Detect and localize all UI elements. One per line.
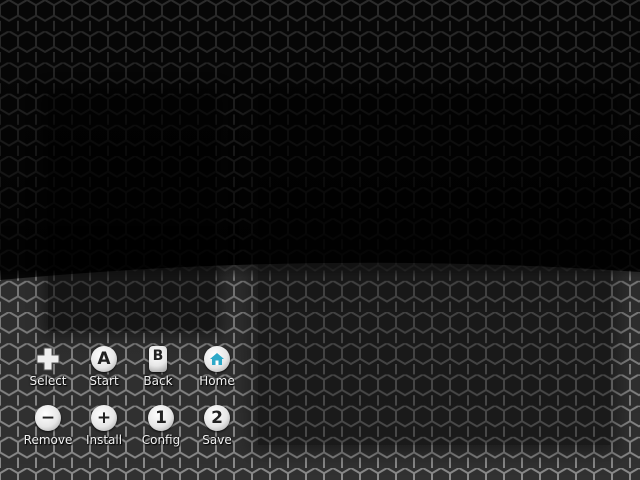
save-label: Save [202, 433, 232, 447]
minus-button-icon: − [35, 405, 61, 431]
save-button[interactable]: 2 Save [185, 405, 249, 457]
home-button-icon [204, 346, 230, 372]
config-button[interactable]: 1 Config [129, 405, 193, 457]
back-button[interactable]: B Back [126, 346, 190, 398]
plus-button-icon: + [91, 405, 117, 431]
home-button[interactable]: Home [185, 346, 249, 398]
back-label: Back [143, 374, 173, 388]
remove-label: Remove [23, 433, 73, 447]
a-button-icon: A [91, 346, 117, 372]
b-button-icon: B [149, 346, 167, 372]
start-label: Start [89, 374, 119, 388]
left-panel [48, 95, 216, 331]
dpad-plus-icon [35, 346, 61, 372]
install-button[interactable]: + Install [72, 405, 136, 457]
one-button-icon: 1 [148, 405, 174, 431]
install-label: Install [85, 433, 123, 447]
remove-button[interactable]: − Remove [16, 405, 80, 457]
config-label: Config [141, 433, 181, 447]
right-panel [258, 95, 610, 445]
two-button-icon: 2 [204, 405, 230, 431]
home-label: Home [199, 374, 235, 388]
select-button[interactable]: Select [16, 346, 80, 398]
select-label: Select [29, 374, 67, 388]
